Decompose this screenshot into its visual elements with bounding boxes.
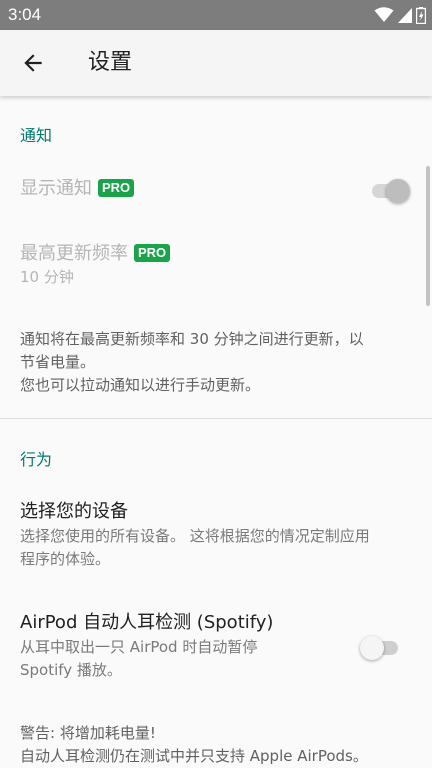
warning-line: 自动人耳检测仍在测试中并只支持 Apple AirPods。: [20, 747, 368, 765]
status-bar: 3:04: [0, 0, 432, 30]
back-button[interactable]: [20, 50, 46, 76]
switch-thumb: [360, 636, 384, 660]
page-title: 设置: [88, 50, 133, 75]
settings-screen: 3:04 设置 通知 显示通知 PRO 最高更新频率 PRO 10 分钟 通知将…: [0, 0, 432, 768]
auto-ear-detection-subtitle: 从耳中取出一只 AirPod 时自动暂停 Spotify 播放。: [20, 636, 257, 682]
pro-badge: PRO: [98, 179, 135, 197]
show-notification-title: 显示通知 PRO: [20, 177, 135, 201]
auto-ear-detection-title: AirPod 自动人耳检测 (Spotify): [20, 612, 274, 633]
max-update-rate-label: 最高更新频率: [20, 243, 128, 264]
notification-info-line: 节省电量。: [20, 353, 96, 371]
show-notification-switch[interactable]: [370, 176, 410, 204]
status-icons: [374, 6, 426, 24]
arrow-back-icon: [24, 54, 42, 72]
battery-icon: [416, 6, 426, 24]
auto-ear-detection-subtitle-line: Spotify 播放。: [20, 661, 122, 679]
warning-line: 警告: 将增加耗电量!: [20, 724, 156, 742]
auto-ear-detection-switch[interactable]: [360, 633, 402, 661]
switch-thumb: [386, 179, 410, 203]
pro-badge: PRO: [134, 244, 171, 262]
warning-text: 警告: 将增加耗电量! 自动人耳检测仍在测试中并只支持 Apple AirPod…: [20, 722, 432, 768]
settings-list[interactable]: 通知 显示通知 PRO 最高更新频率 PRO 10 分钟 通知将在最高更新频率和 3…: [0, 96, 432, 768]
select-devices-title: 选择您的设备: [20, 501, 128, 522]
max-update-rate-title: 最高更新频率 PRO: [20, 242, 171, 266]
select-devices-subtitle: 选择您使用的所有设备。 这将根据您的情况定制应用 程序的体验。: [20, 525, 420, 571]
notification-info-line: 通知将在最高更新频率和 30 分钟之间进行更新，以: [20, 330, 364, 348]
status-time: 3:04: [8, 5, 42, 24]
auto-ear-detection-subtitle-line: 从耳中取出一只 AirPod 时自动暂停: [20, 638, 258, 656]
section-header-behavior: 行为: [20, 450, 53, 469]
show-notification-label: 显示通知: [20, 178, 92, 199]
cell-signal-icon: [398, 7, 412, 23]
section-header-notifications: 通知: [20, 126, 53, 145]
select-devices-subtitle-line: 选择您使用的所有设备。 这将根据您的情况定制应用: [20, 527, 370, 545]
wifi-icon: [374, 7, 394, 22]
section-divider: [0, 418, 432, 419]
max-update-rate-value: 10 分钟: [20, 268, 74, 286]
app-bar: 设置: [0, 30, 432, 96]
notification-info-line: 您也可以拉动通知以进行手动更新。: [20, 376, 261, 394]
scrollbar-thumb[interactable]: [426, 166, 430, 306]
select-devices-subtitle-line: 程序的体验。: [20, 550, 111, 568]
notification-info-text: 通知将在最高更新频率和 30 分钟之间进行更新，以 节省电量。 您也可以拉动通知…: [20, 328, 412, 397]
